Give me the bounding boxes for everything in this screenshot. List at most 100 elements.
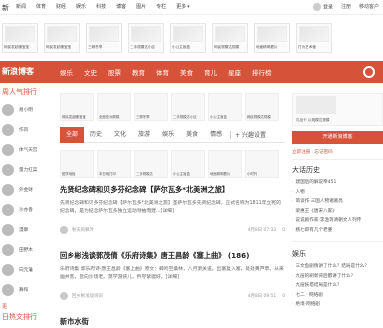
search-icon[interactable]: [363, 66, 375, 78]
list-item[interactable]: 梁惠王《唐宋八家》: [292, 208, 383, 218]
featured-thumbnail[interactable]: 三精冬季: [134, 93, 168, 121]
channel-tab-stocks[interactable]: 股票: [108, 67, 121, 77]
nav-link-entertainment[interactable]: 娱乐: [76, 3, 86, 10]
list-item[interactable]: 建国后的解说帝451: [292, 179, 383, 189]
ad-caption: 三精冬季: [88, 45, 103, 49]
blog-site-title[interactable]: 新浪博客: [2, 66, 34, 77]
ad-card[interactable]: 小公主盲盒: [170, 23, 206, 53]
ranked-user[interactable]: 作风: [0, 120, 54, 140]
nav-link-columns[interactable]: 专栏: [156, 3, 166, 10]
nav-link-more[interactable]: 更多▾: [176, 3, 190, 10]
login-label: 登录: [322, 4, 333, 11]
list-item[interactable]: 三文鱼剧情讲了什么？结局是什么？: [292, 263, 383, 273]
register-link[interactable]: 注册: [341, 3, 351, 11]
list-item[interactable]: 杨七郎有几个老婆: [292, 227, 383, 237]
nav-link-sports[interactable]: 体育: [36, 3, 46, 10]
avatar[interactable]: [60, 292, 68, 300]
sidebar-ad[interactable]: 礼品卡 以规模达规模: [292, 93, 383, 126]
secondary-thumbnail[interactable]: 小时刊: [245, 150, 279, 178]
ranked-user[interactable]: 体气天宫: [0, 140, 54, 160]
ranked-user[interactable]: 外金财: [0, 180, 54, 200]
channel-tab-rankings[interactable]: 排行榜: [252, 67, 272, 77]
channel-tab-entertainment[interactable]: 娱乐: [60, 67, 73, 77]
channel-tab-parenting[interactable]: 育儿: [204, 67, 217, 77]
blog-home-page: 新 新闻 体育 财经 娱乐 科技 博客 图片 专栏 更多▾ 登录 注册 移动客户…: [0, 0, 383, 328]
comment-count[interactable]: 0: [282, 228, 285, 233]
channel-tab-sports[interactable]: 体育: [156, 67, 169, 77]
channel-tab-history[interactable]: 文史: [84, 67, 97, 77]
secondary-thumbnail[interactable]: 小公主盲盒: [171, 150, 205, 178]
ranked-user[interactable]: 易小明: [0, 100, 54, 120]
ad-card[interactable]: 三精冬季: [86, 23, 122, 53]
ad-caption: 小公主盲盒: [172, 45, 190, 49]
ad-card[interactable]: 网民发起暖宝宝: [2, 23, 38, 53]
tab-food[interactable]: 美食: [180, 127, 204, 143]
featured-thumbnail[interactable]: 网民规模达规模: [245, 93, 279, 121]
ranked-user[interactable]: 沙亦香: [0, 200, 54, 220]
secondary-thumbnail[interactable]: 团学地板: [60, 150, 94, 178]
avatar: [2, 184, 14, 196]
secondary-thumbnail[interactable]: 本日地打印: [97, 150, 131, 178]
top-nav-links: 新闻 体育 财经 娱乐 科技 博客 图片 专栏 更多▾: [16, 3, 190, 10]
channel-tab-horoscope[interactable]: 星座: [228, 67, 241, 77]
article-title[interactable]: 新市水街: [60, 317, 285, 327]
article-item: 回乡彬浅谈郭茂倩《乐府诗集》唐王昌龄《塞上曲》 (186) 乐府诗集 郭乐府诗·…: [60, 251, 285, 300]
nav-link-blog[interactable]: 博客: [116, 3, 126, 10]
more-link[interactable]: 更: [0, 303, 54, 310]
nav-link-more-label: 更多: [176, 4, 187, 10]
secondary-thumbnail[interactable]: 地面精明看片: [208, 150, 242, 178]
article-title[interactable]: 先贤纪念碑和贝多芬纪念碑【萨尔瓦多*北美洲之旅】: [60, 185, 285, 195]
list-item[interactable]: 九层妖塔结局是什么？: [292, 282, 383, 292]
divider: [292, 159, 383, 160]
channel-tab-education[interactable]: 教育: [132, 67, 145, 77]
tab-history[interactable]: 历史: [84, 127, 108, 143]
list-item[interactable]: 人物: [292, 189, 383, 199]
article-author[interactable]: 回乡彬浅谈诗词: [72, 293, 103, 299]
article-author[interactable]: 秋天的枫叶: [72, 227, 94, 233]
open-blog-button[interactable]: 开通新浪博客: [292, 131, 383, 144]
secondary-thumbnail[interactable]: 二手规模达: [134, 150, 168, 178]
list-item[interactable]: 七二 · 网络剧: [292, 292, 383, 302]
list-item[interactable]: 说说剧作家·李渔等清朝文人列传: [292, 217, 383, 227]
ad-card[interactable]: 网民发起暖宝宝: [44, 23, 80, 53]
tab-travel[interactable]: 旅游: [132, 127, 156, 143]
daily-hot-ranking-heading: 日热文排行: [2, 313, 37, 321]
nav-link-pictures[interactable]: 图片: [136, 3, 146, 10]
ad-card[interactable]: 网民规模达规模: [212, 23, 248, 53]
ranked-user[interactable]: 田野木: [0, 240, 54, 260]
login-link[interactable]: 登录: [312, 3, 333, 11]
featured-thumbnail[interactable]: 二手规模达小区: [171, 93, 205, 121]
nav-link-finance[interactable]: 财经: [56, 3, 66, 10]
channel-tab-food[interactable]: 美食: [180, 67, 193, 77]
forgot-password-link[interactable]: 忘记密码: [314, 149, 332, 155]
featured-thumbnail[interactable]: 全面亚洲规模: [97, 93, 131, 121]
ad-thumbnail: [257, 26, 287, 42]
nav-link-tech[interactable]: 科技: [96, 3, 106, 10]
tab-all[interactable]: 全部: [60, 126, 85, 143]
nav-link-news[interactable]: 新闻: [16, 3, 26, 10]
comment-count[interactable]: 0: [282, 294, 285, 299]
register-now-link[interactable]: 立即注册: [292, 149, 310, 155]
site-logo[interactable]: 新: [2, 3, 9, 13]
article-title[interactable]: 回乡彬浅谈郭茂倩《乐府诗集》唐王昌龄《塞上曲》 (186): [60, 251, 285, 261]
mobile-client-link[interactable]: 移动客户: [359, 3, 379, 11]
ad-card[interactable]: 二手规模达小区: [128, 23, 164, 53]
featured-thumbnail[interactable]: 小公主盲盒: [208, 93, 242, 121]
ad-card[interactable]: 打为艺术营: [296, 23, 332, 53]
ranked-user[interactable]: 漫聊: [0, 220, 54, 240]
ranked-user[interactable]: 舞和: [0, 280, 54, 300]
avatar[interactable]: [60, 226, 68, 234]
ranked-user[interactable]: 量力红菜: [0, 160, 54, 180]
tab-entertainment[interactable]: 娱乐: [156, 127, 180, 143]
tab-culture[interactable]: 文化: [108, 127, 132, 143]
ranked-user[interactable]: 向元藩: [0, 260, 54, 280]
interest-settings-button[interactable]: + 兴趣设置: [235, 130, 266, 139]
ad-card[interactable]: 地面精明看片: [254, 23, 290, 53]
list-item[interactable]: 绝境·网络剧: [292, 301, 383, 311]
list-item[interactable]: 九层的刷新背后都讲了什么？: [292, 273, 383, 283]
thumbnail-caption: 二手规模达: [136, 172, 153, 176]
tab-emotion[interactable]: 情感: [204, 127, 228, 143]
list-item[interactable]: 简谈作·三国人物诸葛亮: [292, 198, 383, 208]
featured-thumbnail[interactable]: 网民发起暖宝宝: [60, 93, 94, 121]
ad-caption: 二手规模达小区: [130, 45, 156, 49]
